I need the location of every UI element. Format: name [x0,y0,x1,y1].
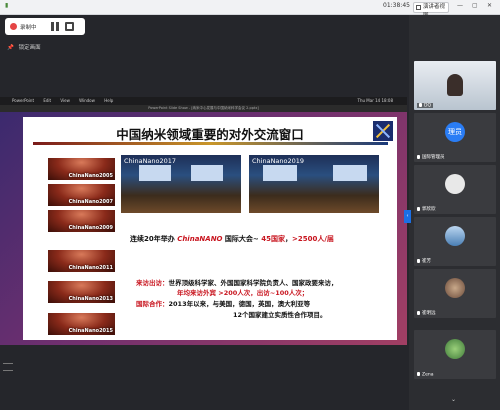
conference-photo: ChinaNano2015 [47,312,116,336]
participant-name: 国际管理员 [417,154,445,160]
conference-logo [373,121,393,141]
text-segment: >2500人/届 [292,235,334,243]
signal-icon: ▮ [5,2,9,9]
text-segment: ， [285,235,292,243]
mic-icon [417,258,420,263]
maximize-icon[interactable]: ▢ [472,2,478,9]
conference-photo-large: ChinaNano2019 [249,155,379,213]
participant-name: 崔芳 [417,258,431,264]
participant-tile[interactable]: 理员 国际管理员 [414,113,496,162]
stage-screen [139,165,171,181]
participant-name: 郭欣欣 [417,206,436,212]
pin-icon: 📌 [7,45,14,51]
photo-label: ChinaNano2009 [68,225,113,231]
grid-icon [416,5,421,10]
stage-screen [263,165,297,181]
avatar [445,174,465,194]
avatar [447,74,463,96]
clock: Thu Mar 14 18:08 [357,98,394,103]
participant-name-text: DQ [424,103,432,108]
pin-view-label: 锁定画面 [18,45,41,51]
participant-name-text: 崔芳 [422,259,431,264]
participant-tile[interactable]: Zena [414,330,496,379]
text-segment: 2013年以来，与美国，德国，英国，澳大利亚等 [168,300,311,308]
text-segment: 连续20年举办 [130,235,178,243]
menu-icon[interactable] [3,363,13,371]
participant-name: 崔明远 [417,310,436,316]
slide-title: 中国纳米领域重要的对外交流窗口 [116,127,304,142]
chevron-down-icon[interactable]: ⌄ [451,396,456,403]
text-segment: ChinaNANO [177,235,223,243]
photo-label: ChinaNano2011 [68,265,113,271]
menu-item: Help [104,98,114,103]
participant-name: Zena [417,371,434,377]
menu-item: Window [79,98,95,103]
photo-label: ChinaNano2005 [68,173,113,179]
avatar: 理员 [445,122,465,142]
text-segment: 国际合作： [136,300,169,308]
avatar [445,226,465,246]
text-segment: 世界顶级科学家、外国国家科学院负责人、国家政要来访， [168,279,338,287]
photo-label: ChinaNano2013 [68,296,113,302]
top-bar: ▮ 01:38:45 演讲者视图 — ▢ ✕ [0,0,500,19]
text-segment: 45国家 [261,235,285,243]
conference-photo-large: ChinaNano2017 [121,155,241,213]
participant-tile[interactable]: 郭欣欣 [414,165,496,214]
photo-label: ChinaNano2015 [68,328,113,334]
photo-label: ChinaNano2019 [252,157,305,165]
ppt-window-title: PowerPoint Slide Show - [纳米中心发展与中国纳米科学会议… [0,105,407,112]
mic-icon [417,310,420,315]
menu-item: View [60,98,70,103]
stop-icon[interactable] [65,22,74,31]
mic-icon [417,371,420,376]
presentation-slide: 中国纳米领域重要的对外交流窗口 ChinaNano2005 ChinaNano2… [23,117,397,340]
conference-photo: ChinaNano2011 [47,249,116,273]
participant-name-text: Zena [422,372,434,377]
recording-icon [10,23,17,30]
photo-label: ChinaNano2007 [68,199,113,205]
participant-name: DQ [417,102,434,108]
close-icon[interactable]: ✕ [487,2,492,9]
cooperation-line-2: 12个国家建立实质性合作项目。 [233,311,327,319]
title-divider [33,142,388,145]
participant-tile[interactable]: DQ [414,61,496,110]
avatar [445,339,465,359]
speaker-view-button[interactable]: 演讲者视图 [413,2,449,19]
conference-photo: ChinaNano2005 [47,157,116,181]
text-segment: 国际大会~ [222,235,262,243]
mic-icon [417,154,420,159]
recording-control: 录制中 [5,18,85,35]
pin-view-button[interactable]: 📌 锁定画面 [7,43,44,51]
shared-screen-menubar: PowerPoint Edit View Window Help Thu Mar… [0,97,407,105]
stage-screen [191,165,223,181]
conference-photo: ChinaNano2007 [47,183,116,207]
participant-tile[interactable]: 崔明远 [414,269,496,318]
visits-line-1: 来访出访：世界顶级科学家、外国国家科学院负责人、国家政要来访， [136,277,338,287]
cooperation-line-1: 国际合作：2013年以来，与美国，德国，英国，澳大利亚等 [136,298,310,308]
pause-icon[interactable] [50,22,60,31]
visits-line-2: 年均来访外宾 >200人次，出访~100人次； [177,289,309,297]
text-segment: 来访出访： [136,279,169,287]
chevron-left-icon[interactable]: ‹ [404,210,411,223]
participant-name-text: 国际管理员 [422,155,445,160]
mic-icon [419,102,422,107]
recording-status: 录制中 [20,25,37,31]
mic-icon [417,206,420,211]
photo-label: ChinaNano2017 [124,157,177,165]
conference-photo: ChinaNano2009 [47,209,116,233]
avatar [445,278,465,298]
participant-name-text: 郭欣欣 [422,207,436,212]
stage-screen [333,165,367,181]
conference-photo: ChinaNano2013 [47,280,116,304]
conference-summary: 连续20年举办 ChinaNANO 国际大会~ 45国家，>2500人/届 [130,234,334,244]
meeting-time: 01:38:45 [383,2,410,9]
menu-item: Edit [43,98,52,103]
participant-tile[interactable]: 崔芳 [414,217,496,266]
participant-name-text: 崔明远 [422,311,436,316]
menu-item: PowerPoint [12,98,35,103]
minimize-icon[interactable]: — [457,2,463,9]
